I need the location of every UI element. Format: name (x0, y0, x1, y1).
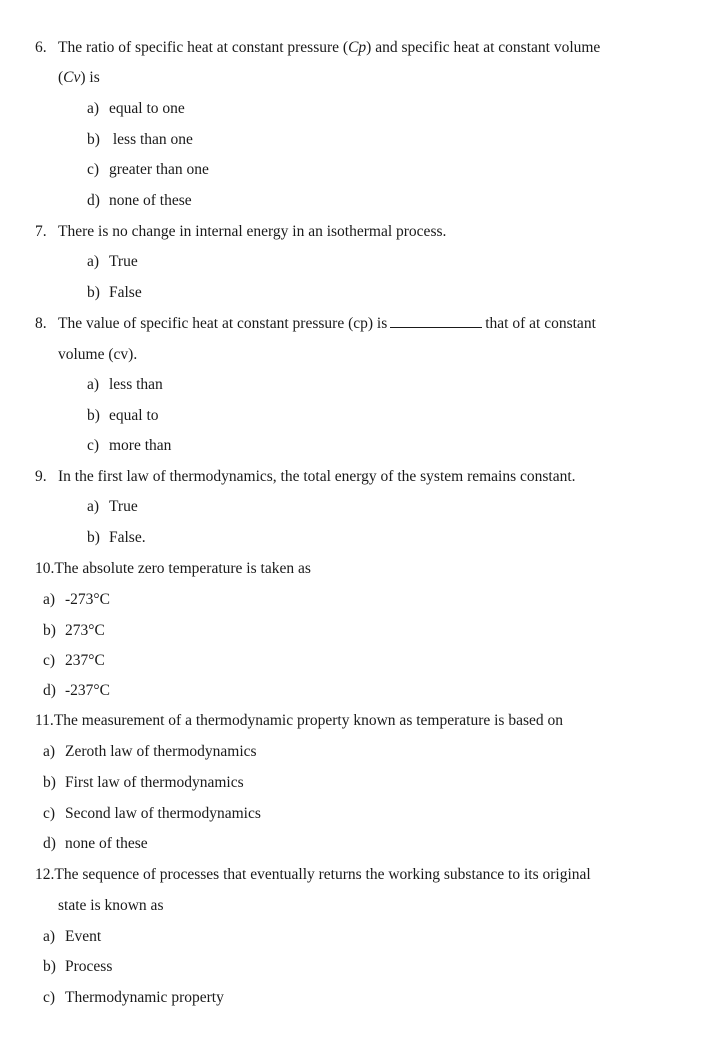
option-b: b) Process (43, 958, 113, 975)
question-text: The sequence of processes that eventuall… (54, 866, 591, 883)
option-a: a) True (87, 253, 138, 270)
option-a: a) equal to one (87, 100, 185, 117)
question-number: 6. (35, 39, 47, 56)
option-c: c) Second law of thermodynamics (43, 805, 261, 822)
question-number: 9. (35, 468, 47, 485)
fill-in-blank (390, 315, 483, 328)
question-6-line-2: (Cv) is (58, 69, 100, 86)
option-d: d) none of these (87, 192, 192, 209)
question-text: In the first law of thermodynamics, the … (58, 468, 576, 485)
option-c: c) Thermodynamic property (43, 989, 224, 1006)
question-text: The absolute zero temperature is taken a… (54, 560, 311, 577)
question-number: 10. (35, 560, 55, 577)
option-b: b) less than one (87, 131, 193, 148)
option-c: c) 237°C (43, 652, 105, 669)
question-number: 11. (35, 712, 54, 729)
question-text: There is no change in internal energy in… (58, 223, 447, 240)
option-a: a) Event (43, 928, 102, 945)
question-text: The measurement of a thermodynamic prope… (53, 712, 563, 729)
option-b: b) equal to (87, 407, 159, 424)
question-number: 12. (35, 866, 55, 883)
option-d: d) none of these (43, 835, 148, 852)
option-a: a) Zeroth law of thermodynamics (43, 743, 257, 760)
option-a: a) -273°C (43, 591, 110, 608)
question-8-line-2: volume (cv). (58, 346, 138, 363)
option-b: b) False (87, 284, 142, 301)
option-b: b) False. (87, 529, 146, 546)
question-text: The ratio of specific heat at constant p… (58, 39, 601, 56)
option-c: c) greater than one (87, 161, 209, 178)
question-number: 7. (35, 223, 47, 240)
option-a: a) True (87, 498, 138, 515)
question-12-line-1: 12.The sequence of processes that eventu… (35, 865, 591, 885)
question-12-line-2: state is known as (58, 897, 164, 914)
option-b: b) First law of thermodynamics (43, 774, 244, 791)
question-number: 8. (35, 315, 47, 332)
question-text: The value of specific heat at constant p… (58, 315, 596, 332)
option-c: c) more than (87, 437, 172, 454)
option-a: a) less than (87, 376, 163, 393)
question-11-line-1: 11.The measurement of a thermodynamic pr… (35, 711, 563, 731)
option-d: d) -237°C (43, 682, 110, 699)
question-10-line-1: 10.The absolute zero temperature is take… (35, 559, 311, 579)
option-b: b) 273°C (43, 622, 105, 639)
